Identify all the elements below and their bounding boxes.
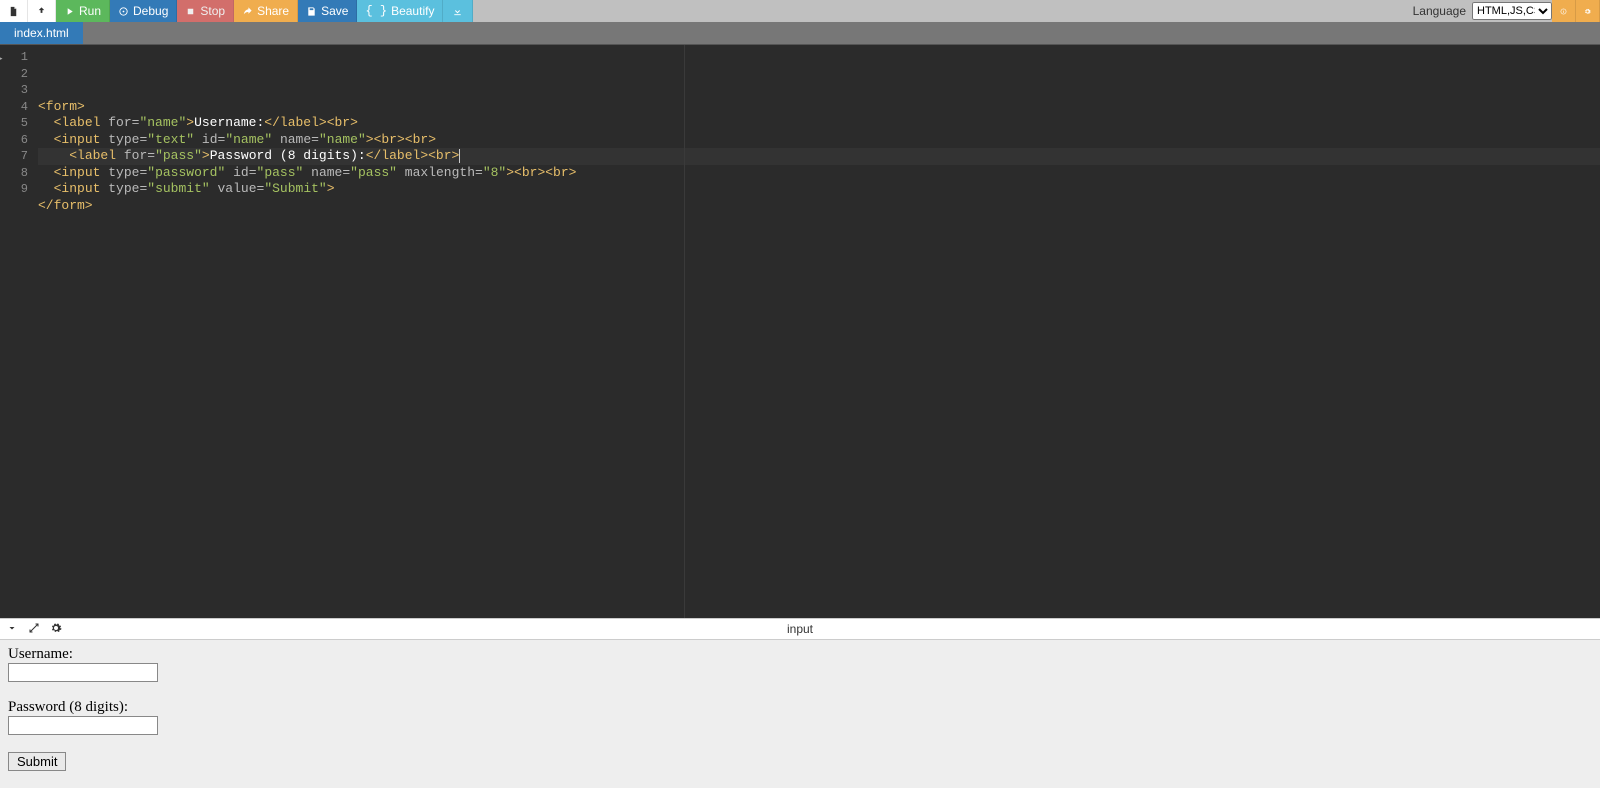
stop-label: Stop [200,4,225,18]
info-icon [1560,6,1567,17]
stop-icon [185,6,196,17]
code-line[interactable]: <input type="text" id="name" name="name"… [38,132,1600,149]
code-line[interactable]: <input type="submit" value="Submit"> [38,181,1600,198]
username-input[interactable] [8,663,158,682]
line-number: 4 [0,99,28,116]
username-label: Username: [8,646,73,662]
braces-icon: { } [365,4,387,18]
debug-button[interactable]: Debug [110,0,177,22]
code-line[interactable]: <form> [38,99,1600,116]
line-number: 5 [0,115,28,132]
code-editor[interactable]: 1▸23456789 <form> <label for="name">User… [0,44,1600,618]
line-number: 8 [0,165,28,182]
download-icon [452,6,463,17]
output-toolbar: input [0,618,1600,640]
code-line[interactable] [38,214,1600,231]
play-icon [64,6,75,17]
password-label: Password (8 digits): [8,699,128,715]
share-button[interactable]: Share [234,0,298,22]
beautify-label: Beautify [391,4,434,18]
info-button[interactable] [1552,0,1576,22]
submit-button[interactable] [8,752,66,771]
beautify-button[interactable]: { } Beautify [357,0,443,22]
file-tabs: index.html [0,22,1600,44]
code-line[interactable] [38,231,1600,248]
save-label: Save [321,4,348,18]
save-icon [306,6,317,17]
run-label: Run [79,4,101,18]
upload-icon [36,6,47,17]
code-line[interactable]: <input type="password" id="pass" name="p… [38,165,1600,182]
tab-label: index.html [14,26,69,40]
language-label: Language [1407,0,1472,22]
debug-label: Debug [133,4,168,18]
chevron-down-icon[interactable] [6,622,18,637]
run-button[interactable]: Run [56,0,110,22]
line-number: 6 [0,132,28,149]
tab-index-html[interactable]: index.html [0,22,83,44]
toolbar-spacer [473,0,1406,22]
new-file-button[interactable] [0,0,28,22]
code-area[interactable]: <form> <label for="name">Username:</labe… [34,45,1600,618]
code-line[interactable]: <label for="name">Username:</label><br> [38,115,1600,132]
share-icon [242,6,253,17]
text-cursor [459,149,460,163]
code-line[interactable]: </form> [38,198,1600,215]
line-number: 7 [0,148,28,165]
language-select[interactable]: HTML,JS,CSS [1472,2,1552,20]
download-button[interactable] [443,0,473,22]
stop-button[interactable]: Stop [177,0,234,22]
password-input[interactable] [8,716,158,735]
line-number: 1▸ [0,49,28,66]
share-label: Share [257,4,289,18]
save-button[interactable]: Save [298,0,357,22]
line-gutter: 1▸23456789 [0,45,34,618]
output-gear-icon[interactable] [50,622,62,637]
settings-button[interactable] [1576,0,1600,22]
gear-icon [1584,6,1591,17]
code-line[interactable]: <label for="pass">Password (8 digits):</… [38,148,1600,165]
output-title: input [787,622,813,636]
upload-button[interactable] [28,0,56,22]
line-number: 9 [0,181,28,198]
expand-icon[interactable] [28,622,40,637]
rendered-form: Username: Password (8 digits): [8,646,1592,771]
line-number: 2 [0,66,28,83]
output-frame: Username: Password (8 digits): [0,640,1600,788]
target-icon [118,6,129,17]
line-number: 3 [0,82,28,99]
toolbar: Run Debug Stop Share Save { } Beautify L… [0,0,1600,22]
file-icon [8,6,19,17]
split-divider[interactable] [684,45,685,618]
